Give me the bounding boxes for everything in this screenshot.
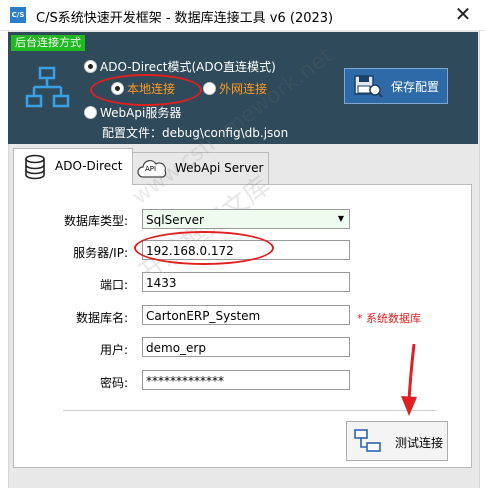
tab-ado-direct[interactable]: ADO-Direct [13,148,133,185]
close-icon[interactable]: ✕ [452,3,474,25]
red-arrow-annotation [401,343,417,416]
webapi-label: WebApi服务器 [100,106,182,120]
system-db-note: * 系统数据库 [357,312,421,325]
test-connection-button[interactable]: 测试连接 [346,421,448,461]
highlight-ellipse [90,74,202,106]
divider [63,410,436,411]
save-config-button[interactable]: 保存配置 [344,68,448,104]
db-type-select[interactable]: SqlServer ▼ [142,209,350,229]
port-value: 1433 [146,276,177,290]
network-test-icon [354,429,381,452]
db-type-label: 数据库类型: [63,214,128,228]
dbname-input[interactable]: CartonERP_System [142,305,350,325]
ado-direct-label: ADO-Direct模式(ADO直连模式) [100,60,276,74]
tab-ado-direct-label: ADO-Direct [55,159,123,173]
connection-mode-label: 后台连接方式 [11,35,85,51]
chevron-down-icon[interactable]: ▼ [333,210,349,228]
ado-direct-radio[interactable] [84,60,97,73]
user-label: 用户: [99,343,128,357]
test-connection-label: 测试连接 [395,436,444,450]
password-input[interactable]: ************* [142,370,350,390]
dbname-label: 数据库名: [75,311,128,325]
port-label: 端口: [99,278,128,292]
db-type-value: SqlServer [146,213,204,227]
user-input[interactable]: demo_erp [142,337,350,357]
dbname-value: CartonERP_System [146,309,261,323]
server-label: 服务器/IP: [73,246,128,260]
webapi-radio[interactable] [84,106,97,119]
database-icon [25,154,45,180]
external-connection-radio[interactable] [203,82,216,95]
window-title: C/S系统快速开发框架 - 数据库连接工具 v6 (2023) [36,11,334,26]
app-icon: C/S [10,7,26,23]
network-icon [25,66,70,108]
user-value: demo_erp [146,341,206,355]
password-label: 密码: [99,376,128,390]
password-value: ************* [146,374,224,388]
ip-highlight-ellipse [134,231,274,265]
title-bar: C/S C/S系统快速开发框架 - 数据库连接工具 v6 (2023) ✕ [0,0,485,31]
save-disk-icon [354,75,383,98]
port-input[interactable]: 1433 [142,272,350,292]
save-config-label: 保存配置 [391,80,440,94]
